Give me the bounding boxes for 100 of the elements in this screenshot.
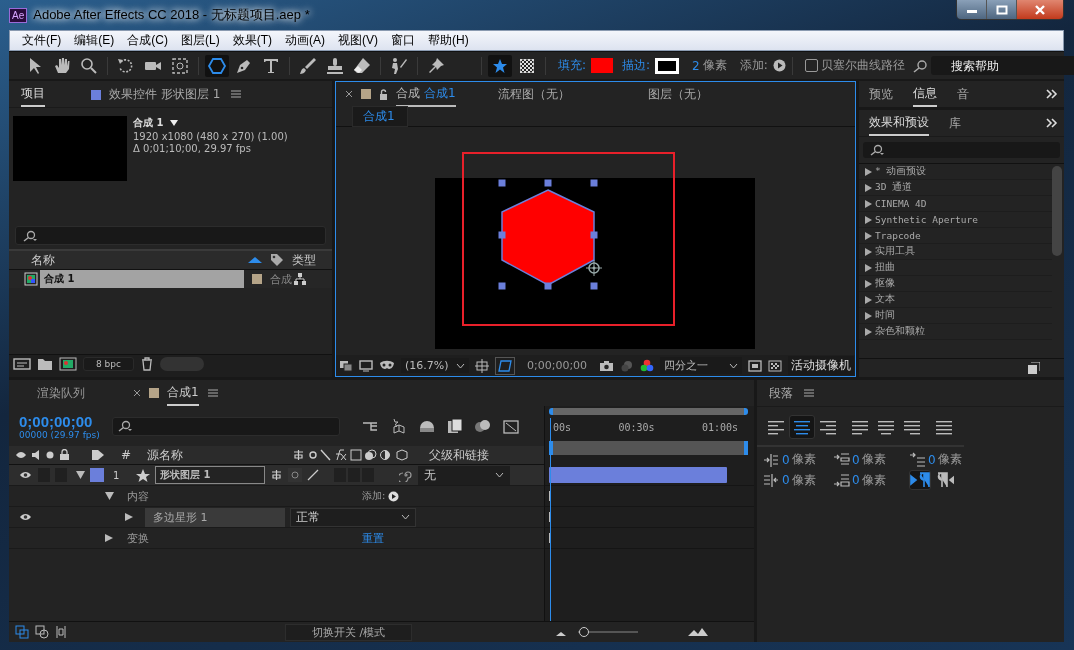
interpret-footage-icon[interactable]: [13, 357, 31, 371]
current-time[interactable]: 0;00;00;00: [521, 359, 594, 372]
panel-menu-icon[interactable]: [206, 388, 219, 398]
overlap-icon[interactable]: [35, 625, 49, 639]
effect-category[interactable]: 3D 通道: [875, 181, 913, 194]
close-icon[interactable]: [345, 90, 353, 98]
panel-tab[interactable]: 渲染队列: [37, 381, 85, 405]
effect-category[interactable]: 杂色和颗粒: [875, 325, 925, 338]
hexagon-shape[interactable]: [501, 189, 595, 286]
stroke-width-value[interactable]: 2: [692, 58, 700, 73]
menu-item[interactable]: 窗口: [385, 32, 422, 49]
reset-link[interactable]: 重置: [362, 530, 384, 546]
hexagon-icon[interactable]: [205, 54, 229, 77]
menu-item[interactable]: 效果(T): [226, 32, 279, 49]
sort-ascending-icon[interactable]: [248, 257, 262, 263]
visibility-toggle[interactable]: [18, 513, 32, 521]
spacing-value[interactable]: 0: [782, 473, 790, 487]
lock-icon[interactable]: [379, 88, 388, 100]
trash-icon[interactable]: [139, 357, 154, 371]
expand-panels-icon[interactable]: [1046, 89, 1058, 99]
shy-switch-icon[interactable]: [270, 468, 283, 482]
blend-mode-dropdown[interactable]: 正常: [290, 507, 416, 527]
selection-handles-drawing[interactable]: [498, 179, 598, 290]
shape-group-name[interactable]: 多边星形 1: [145, 507, 285, 527]
collapse-switch-icon[interactable]: [288, 468, 302, 482]
column-header[interactable]: 名称: [31, 251, 244, 269]
panel-tab[interactable]: 库: [949, 111, 961, 135]
panel-tab[interactable]: 效果控件 形状图层 1: [91, 82, 221, 106]
column-header[interactable]: 类型: [292, 251, 332, 269]
play-icon[interactable]: [388, 490, 400, 502]
resolution-dropdown[interactable]: 四分之一: [660, 357, 743, 374]
bit-depth-button[interactable]: 8 bpc: [83, 357, 134, 371]
region-of-interest-icon[interactable]: [748, 359, 763, 372]
monitor-icon[interactable]: [359, 359, 373, 372]
close-button[interactable]: [1017, 0, 1063, 19]
close-icon[interactable]: [133, 389, 141, 397]
panel-menu-icon[interactable]: [230, 89, 243, 99]
composition-breadcrumb[interactable]: 合成1: [352, 106, 408, 127]
pick-whip-icon[interactable]: [399, 468, 413, 482]
timecode[interactable]: 0;00;00;00: [19, 412, 100, 430]
zoom-in-icon[interactable]: [688, 627, 709, 637]
label-color-swatch[interactable]: [252, 274, 262, 284]
effect-category[interactable]: Trapcode: [875, 230, 921, 241]
motion-blur-icon[interactable]: [473, 418, 492, 434]
mask-icon[interactable]: [379, 359, 395, 372]
panel-tab[interactable]: 项目: [21, 81, 45, 107]
property-row[interactable]: 内容 添加:: [9, 486, 544, 507]
minimize-button[interactable]: [957, 0, 987, 19]
play-icon[interactable]: [772, 59, 786, 72]
mask-visibility-toggle[interactable]: [495, 356, 515, 375]
color-channels-icon[interactable]: [640, 359, 655, 372]
menu-item[interactable]: 动画(A): [279, 32, 332, 49]
align-text-button[interactable]: [789, 415, 815, 439]
tag-icon[interactable]: [270, 253, 284, 267]
effect-category[interactable]: 扭曲: [875, 261, 895, 274]
spacing-value[interactable]: 0: [852, 473, 860, 487]
effect-category[interactable]: 文本: [875, 293, 895, 306]
expand-triangle-icon[interactable]: [105, 534, 114, 542]
effect-category[interactable]: CINEMA 4D: [875, 198, 927, 209]
expand-triangle-icon[interactable]: [76, 471, 85, 479]
menu-item[interactable]: 编辑(E): [68, 32, 122, 49]
shy-layer-icon[interactable]: [417, 418, 436, 434]
transparency-grid-icon[interactable]: [768, 359, 783, 372]
stroke-swatch[interactable]: [655, 57, 680, 74]
effects-search-field[interactable]: [863, 142, 1060, 158]
help-search-field[interactable]: 搜索帮助: [930, 56, 1074, 75]
menu-item[interactable]: 视图(V): [332, 32, 385, 49]
panel-menu-icon[interactable]: [803, 388, 815, 398]
menu-item[interactable]: 文件(F): [16, 32, 69, 49]
anchor-point-icon[interactable]: [585, 259, 603, 277]
slider-thumb[interactable]: [579, 627, 590, 637]
frame-blending-icon[interactable]: [445, 418, 464, 434]
panel-tab[interactable]: 信息: [913, 81, 937, 107]
maximize-button[interactable]: [987, 0, 1017, 19]
expand-triangle-icon[interactable]: [125, 513, 134, 521]
graph-editor-icon[interactable]: [501, 418, 520, 434]
project-search-field[interactable]: [15, 226, 326, 245]
column-header[interactable]: 父级和链接: [429, 446, 489, 464]
column-header[interactable]: #: [121, 448, 141, 462]
effect-category[interactable]: 抠像: [875, 277, 895, 290]
scrollbar[interactable]: [1052, 166, 1062, 256]
column-header[interactable]: 源名称: [147, 446, 287, 464]
expand-triangle-icon[interactable]: [105, 492, 114, 500]
safe-frame-icon[interactable]: [475, 358, 489, 373]
collapse-icon[interactable]: [55, 625, 67, 639]
effect-category[interactable]: 时间: [875, 309, 895, 322]
menu-item[interactable]: 合成(C): [121, 32, 175, 49]
left-to-right-button[interactable]: [909, 470, 931, 490]
camera-snapshot-icon[interactable]: [599, 359, 615, 372]
quality-switch-icon[interactable]: [307, 468, 319, 482]
panel-tab[interactable]: 效果和预设: [869, 110, 929, 136]
panel-tab[interactable]: 音: [957, 82, 969, 106]
property-row[interactable]: 多边星形 1 正常: [9, 507, 544, 528]
spacing-value[interactable]: 0: [782, 452, 790, 467]
parent-dropdown[interactable]: 无: [418, 465, 510, 485]
spacing-value[interactable]: 0: [852, 452, 860, 467]
new-preset-icon[interactable]: [1028, 362, 1040, 374]
effect-category[interactable]: 实用工具: [875, 245, 915, 258]
menu-item[interactable]: 图层(L): [175, 32, 227, 49]
toggle-switches-modes-button[interactable]: 切换开关 /模式: [285, 623, 413, 641]
